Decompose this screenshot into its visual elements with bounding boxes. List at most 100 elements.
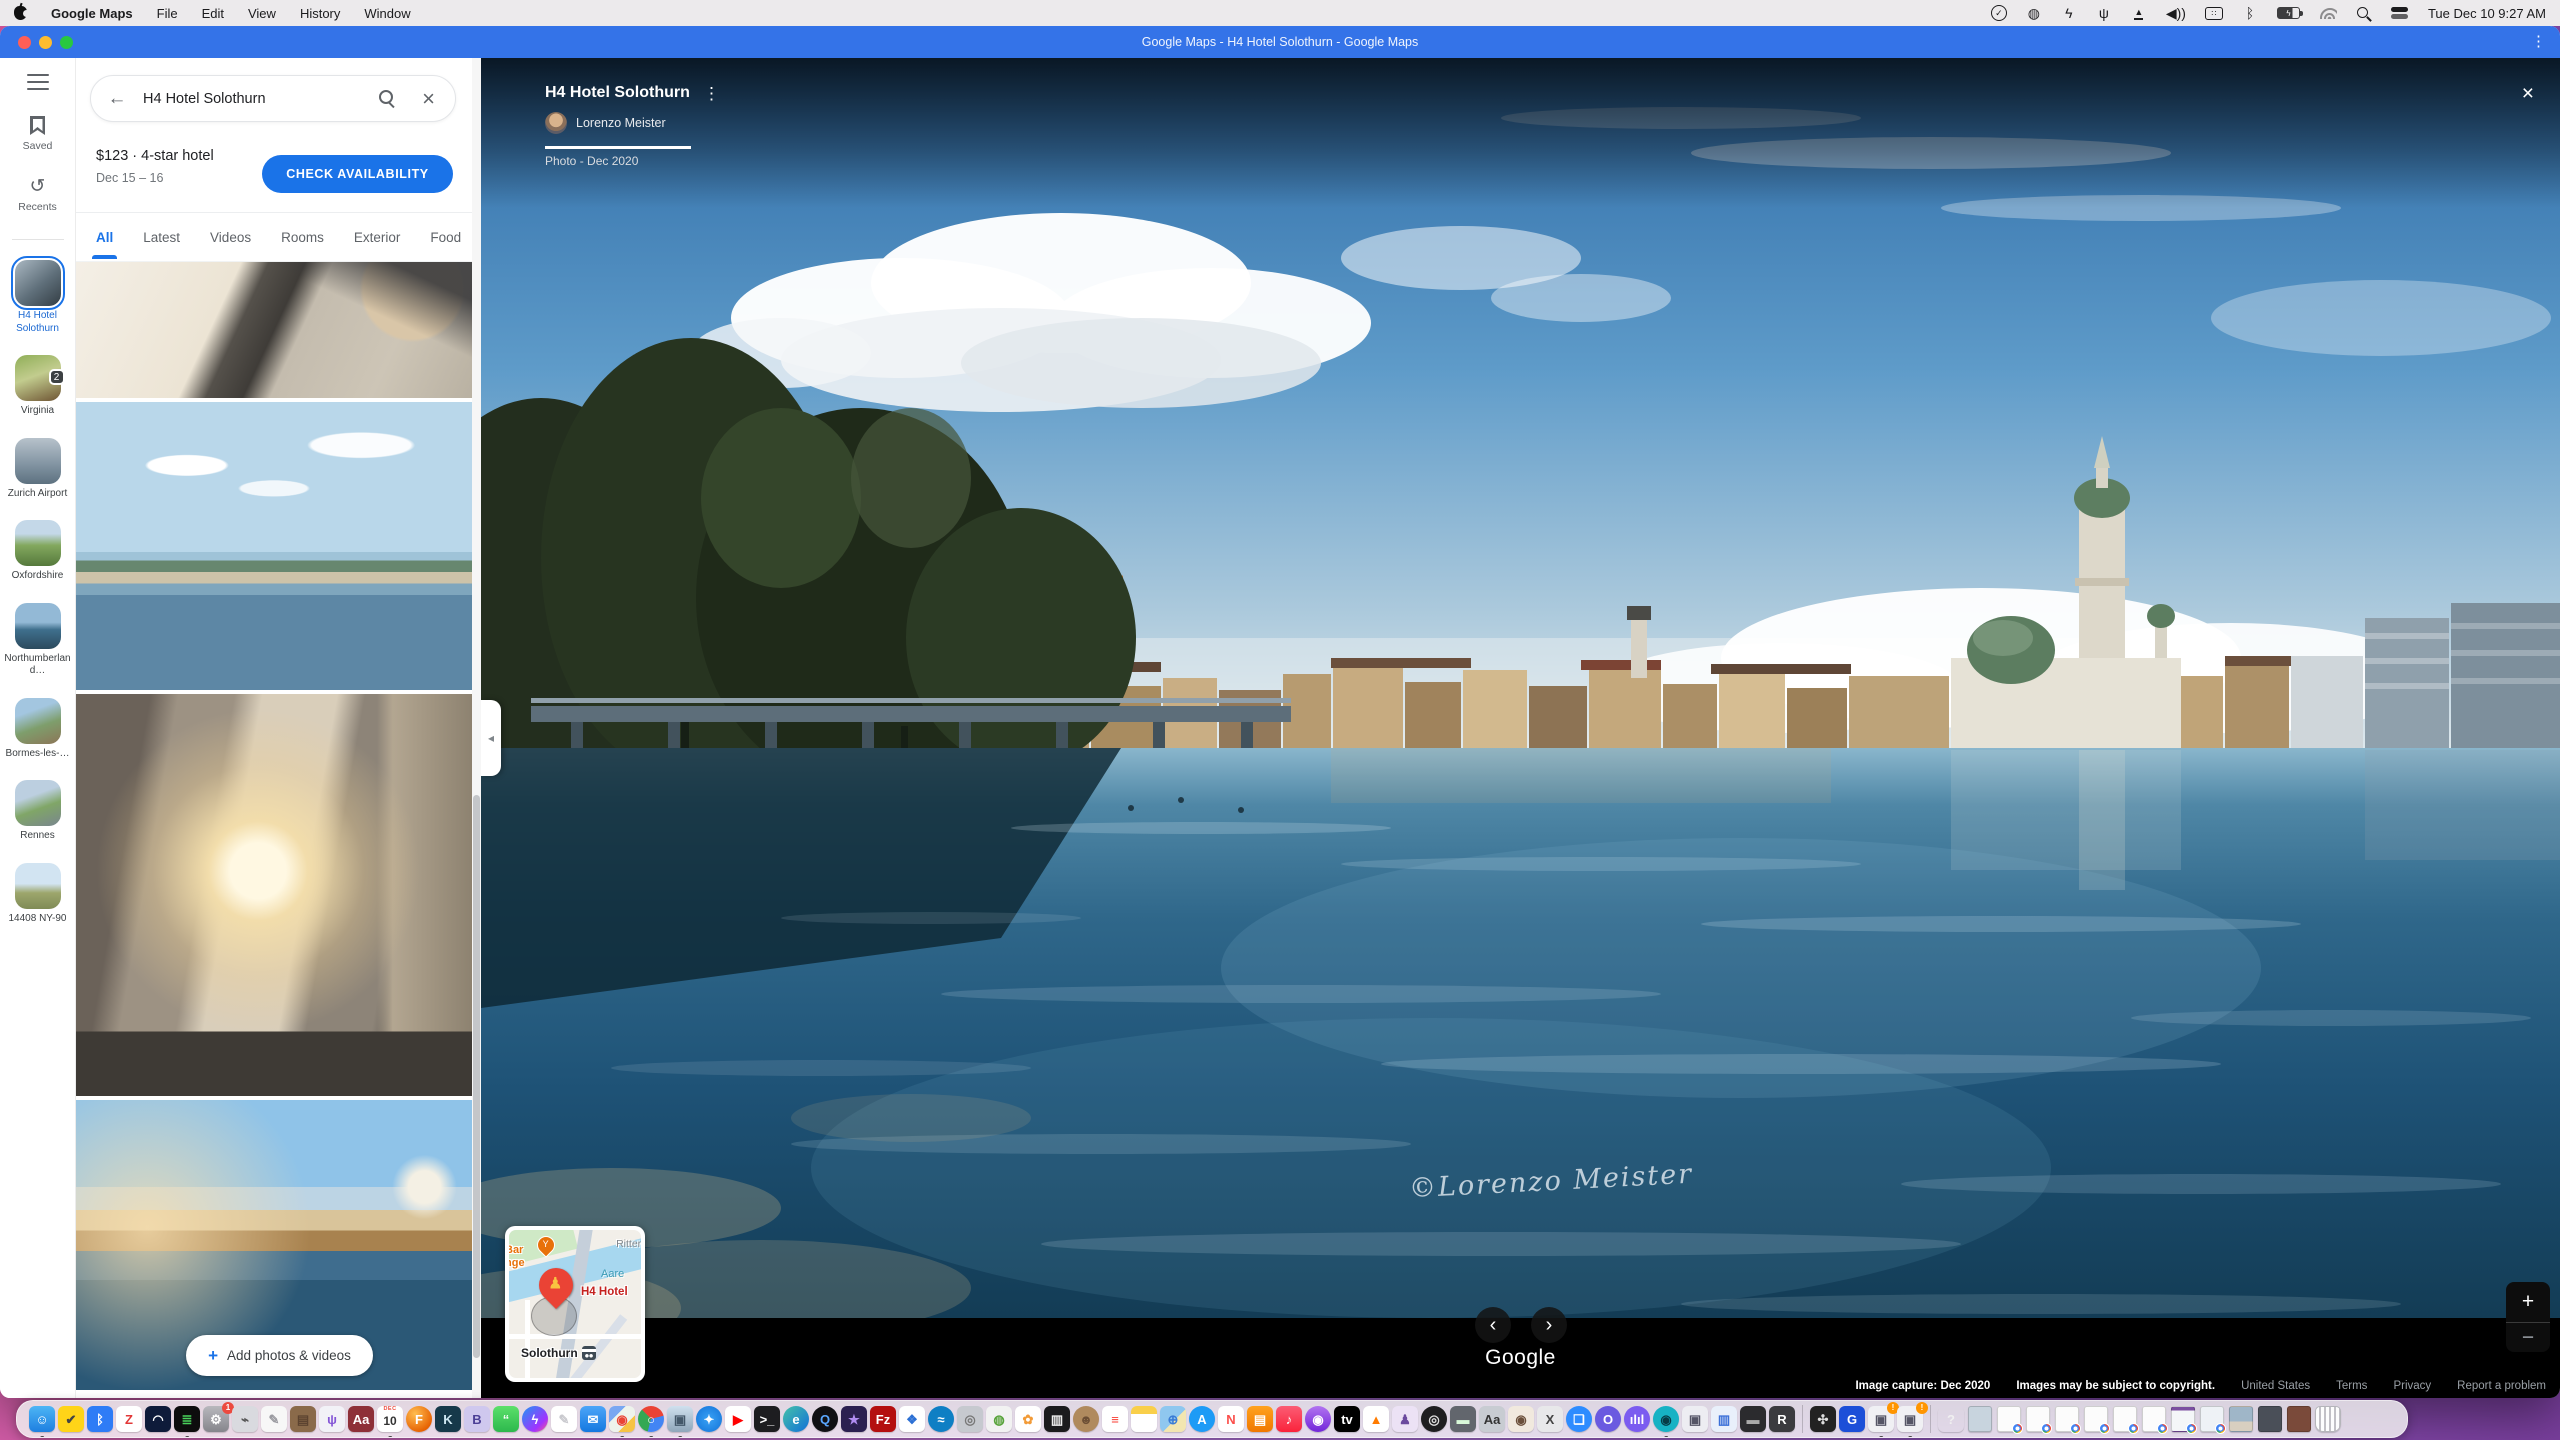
minimized-chrome-window[interactable] — [2083, 1403, 2109, 1435]
photo-thumbnail-room[interactable] — [76, 694, 472, 1096]
place-bormes-les[interactable]: Bormes-les-… — [3, 698, 73, 761]
minimized-sheet-window[interactable] — [2170, 1403, 2196, 1435]
hamburger-menu-icon[interactable] — [27, 74, 49, 90]
chrome[interactable]: ○ — [638, 1403, 664, 1435]
viewer-overflow-menu-icon[interactable]: ⋮ — [703, 84, 720, 104]
draft-notes[interactable]: ✎ — [551, 1403, 577, 1435]
console-app[interactable]: ▬ — [1450, 1403, 1476, 1435]
back-arrow-icon[interactable]: ← — [91, 88, 143, 110]
window-titlebar[interactable]: Google Maps - H4 Hotel Solothurn - Googl… — [0, 26, 2560, 58]
battery-icon[interactable]: ϟ — [2277, 7, 2300, 19]
news[interactable]: N — [1218, 1403, 1244, 1435]
menu-item[interactable]: Window — [364, 6, 410, 21]
firefox[interactable]: F — [406, 1403, 432, 1435]
reminders[interactable]: ≡ — [1102, 1403, 1128, 1435]
photo-tab[interactable]: All — [96, 216, 113, 259]
rstudio[interactable]: R — [1769, 1403, 1795, 1435]
audio-editor[interactable]: ≣ — [174, 1403, 200, 1435]
diagnostics[interactable]: ⌁ — [232, 1403, 258, 1435]
bluetooth-app[interactable]: ᛒ — [87, 1403, 113, 1435]
zoom-out-button[interactable]: − — [2506, 1322, 2550, 1352]
checkmark-app[interactable]: ✔ — [58, 1403, 84, 1435]
speedtest[interactable]: ◠ — [145, 1403, 171, 1435]
search-box[interactable]: ← H4 Hotel Solothurn × — [90, 75, 456, 122]
apple-logo-icon[interactable] — [14, 6, 27, 20]
gimp[interactable]: ◉ — [1508, 1403, 1534, 1435]
close-window-button[interactable] — [18, 36, 31, 49]
apple-tv[interactable]: tv — [1334, 1403, 1360, 1435]
minimized-window-screenshot[interactable] — [1967, 1403, 1993, 1435]
transit-app[interactable]: ⊕ — [1160, 1403, 1186, 1435]
printer-2[interactable]: ▣ ! — [1897, 1403, 1923, 1435]
volume-icon[interactable]: ◀)) — [2166, 5, 2186, 21]
xquartz[interactable]: X — [1537, 1403, 1563, 1435]
bbedit[interactable]: B — [464, 1403, 490, 1435]
zed[interactable]: Z — [116, 1403, 142, 1435]
sketch-app[interactable]: ✎ — [261, 1403, 287, 1435]
vinyl-app[interactable]: ◎ — [1421, 1403, 1447, 1435]
waveform-app[interactable]: ılıl — [1624, 1403, 1650, 1435]
wing-app[interactable]: ❖ — [899, 1403, 925, 1435]
contacts[interactable]: ☻ — [1073, 1403, 1099, 1435]
collapse-panel-handle[interactable]: ◂ — [481, 700, 501, 776]
handbrake[interactable]: ◍ — [986, 1403, 1012, 1435]
divider-2[interactable] — [1926, 1403, 1935, 1435]
menu-item[interactable]: History — [300, 6, 340, 21]
menu-item[interactable]: File — [157, 6, 178, 21]
safari[interactable]: ✦ — [696, 1403, 722, 1435]
edge[interactable]: e — [783, 1403, 809, 1435]
photos[interactable]: ✿ — [1015, 1403, 1041, 1435]
close-viewer-icon[interactable]: × — [2522, 82, 2534, 106]
minimized-art-window[interactable] — [2286, 1403, 2312, 1435]
minimized-chrome-window[interactable] — [2112, 1403, 2138, 1435]
uploader-name[interactable]: Lorenzo Meister — [576, 116, 666, 130]
lectern-app[interactable]: ♟ — [1392, 1403, 1418, 1435]
search-icon[interactable] — [379, 90, 396, 107]
place-virginia[interactable]: 2 Virginia — [3, 355, 73, 418]
hotel-dates[interactable]: Dec 15 – 16 — [96, 171, 214, 185]
minimize-window-button[interactable] — [39, 36, 52, 49]
place-h4-hotel-solothurn[interactable]: H4 Hotel Solothurn — [3, 260, 73, 335]
search-input[interactable]: H4 Hotel Solothurn — [143, 91, 379, 107]
music[interactable]: ♪ — [1276, 1403, 1302, 1435]
place-rennes[interactable]: Rennes — [3, 780, 73, 843]
quicktime[interactable]: Q — [812, 1403, 838, 1435]
notes[interactable] — [1131, 1403, 1157, 1435]
menu-item[interactable]: View — [248, 6, 276, 21]
scanner[interactable]: ▬ — [1740, 1403, 1766, 1435]
dvd-player[interactable]: ◎ — [957, 1403, 983, 1435]
google-maps[interactable]: ◉ — [609, 1403, 635, 1435]
minimized-chrome-window[interactable] — [1996, 1403, 2022, 1435]
window-menu-icon[interactable]: ⋮ — [2531, 32, 2546, 50]
webcam-app[interactable]: ◉ — [1653, 1403, 1679, 1435]
usb-icon[interactable]: ψ — [2096, 5, 2112, 21]
o-app[interactable]: O — [1595, 1403, 1621, 1435]
leather-app[interactable]: ▤ — [290, 1403, 316, 1435]
sidebar-item-recents[interactable]: ↺ Recents — [18, 178, 57, 213]
filezilla[interactable]: Fz — [870, 1403, 896, 1435]
zoom-window-button[interactable] — [60, 36, 73, 49]
calendar[interactable]: DEC 10 — [377, 1403, 403, 1435]
zoom-app[interactable]: ❑ — [1566, 1403, 1592, 1435]
uploader-avatar[interactable] — [545, 112, 567, 134]
usb-app[interactable]: ψ — [319, 1403, 345, 1435]
menu-clock[interactable]: Tue Dec 10 9:27 AM — [2428, 6, 2546, 21]
photo-tab[interactable]: Rooms — [281, 216, 324, 259]
print-queue[interactable]: ▥ — [1711, 1403, 1737, 1435]
previous-photo-button[interactable]: ‹ — [1475, 1307, 1511, 1343]
keys-app[interactable]: ✣ — [1810, 1403, 1836, 1435]
check-availability-button[interactable]: CHECK AVAILABILITY — [262, 155, 453, 193]
minimized-chrome-window[interactable] — [2141, 1403, 2167, 1435]
piano-app[interactable]: ▥ — [1044, 1403, 1070, 1435]
missing-app[interactable]: ? — [1938, 1403, 1964, 1435]
star-app[interactable]: ★ — [841, 1403, 867, 1435]
podcasts[interactable]: ◉ — [1305, 1403, 1331, 1435]
dictionary[interactable]: Aa — [348, 1403, 374, 1435]
photo-tab[interactable]: Videos — [210, 216, 251, 259]
image-capture[interactable]: ▣ — [667, 1403, 693, 1435]
photo-tab[interactable]: Latest — [143, 216, 180, 259]
menu-item[interactable]: Edit — [202, 6, 224, 21]
place-northumberland[interactable]: Northumberland… — [3, 603, 73, 678]
messenger[interactable]: ϟ — [522, 1403, 548, 1435]
control-center-icon[interactable] — [2391, 7, 2409, 19]
